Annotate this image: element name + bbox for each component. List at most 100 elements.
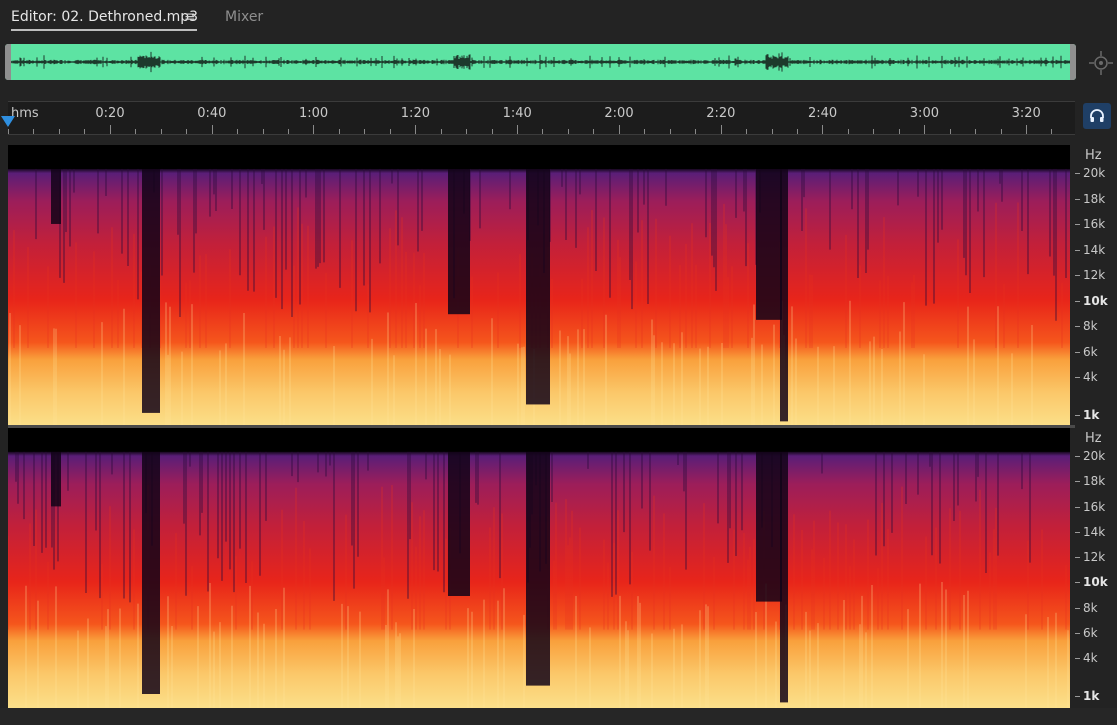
frequency-tick [1075, 582, 1080, 584]
ruler-tick [669, 129, 671, 134]
ruler-tick [58, 129, 60, 134]
ruler-tick [237, 129, 239, 134]
ruler-tick [466, 129, 468, 134]
frequency-tick-label: 1k [1083, 689, 1100, 703]
ruler-tick [746, 129, 748, 134]
tab-editor[interactable]: Editor: 02. Dethroned.mp3 [11, 9, 198, 25]
time-tick-label: 2:40 [807, 106, 838, 121]
playhead-marker[interactable] [1, 116, 15, 127]
time-tick-label: 2:00 [604, 106, 634, 121]
ruler-tick [338, 129, 340, 134]
ruler-tick [975, 129, 977, 134]
frequency-tick [1075, 506, 1080, 508]
ruler-tick [440, 129, 442, 134]
time-tick-label: 0:20 [95, 106, 125, 121]
spectrogram-channel-left[interactable] [8, 145, 1070, 427]
frequency-tick [1075, 607, 1080, 609]
spectrogram-graphic [8, 145, 1070, 427]
ruler-tick [109, 125, 111, 134]
frequency-tick-label: 16k [1083, 217, 1106, 231]
overview-waveform-graphic [5, 44, 1076, 80]
ruler-tick [898, 129, 900, 134]
ruler-tick [186, 129, 188, 134]
spectrogram-channel-right[interactable] [8, 428, 1070, 708]
frequency-tick [1075, 300, 1080, 302]
spectrogram-graphic [8, 428, 1070, 708]
ruler-tick [771, 129, 773, 134]
frequency-tick [1075, 557, 1080, 558]
active-tab-indicator [11, 29, 197, 31]
time-tick-label: 3:00 [909, 106, 939, 121]
frequency-tick-label: 12k [1083, 550, 1106, 564]
frequency-tick [1075, 224, 1080, 225]
frequency-tick [1075, 415, 1080, 416]
frequency-scale-right: Hz 20k 18k 16k 14k 12k 10k 8k 6k 4k 1k [1075, 428, 1117, 708]
frequency-tick-label: 4k [1083, 651, 1098, 665]
frequency-tick [1075, 456, 1080, 457]
ruler-tick [517, 125, 518, 134]
frequency-tick [1075, 658, 1080, 659]
ruler-tick [211, 125, 213, 134]
ruler-tick [847, 129, 849, 134]
frequency-tick-label: 18k [1083, 474, 1106, 489]
time-unit-label: hms [11, 106, 39, 121]
ruler-tick [695, 129, 697, 134]
frequency-tick-label: 10k [1083, 575, 1108, 590]
frequency-tick-label: 1k [1083, 408, 1100, 422]
frequency-tick [1075, 481, 1080, 483]
frequency-tick-label: 12k [1083, 268, 1106, 282]
frequency-unit-label: Hz [1085, 148, 1102, 163]
time-tick-label: 0:40 [197, 106, 227, 121]
frequency-tick [1075, 198, 1080, 200]
ruler-tick [135, 129, 137, 134]
tab-mixer[interactable]: Mixer [225, 9, 263, 25]
ruler-tick [389, 129, 391, 134]
ruler-tick [924, 125, 926, 134]
ruler-tick [287, 129, 289, 134]
frequency-tick [1075, 696, 1080, 697]
frequency-tick-label: 4k [1083, 370, 1098, 384]
ruler-tick [618, 125, 620, 134]
frequency-tick-label: 20k [1083, 449, 1106, 463]
ruler-tick [364, 129, 366, 134]
ruler-tick [1051, 129, 1053, 134]
zoom-navigator-icon[interactable] [1088, 50, 1114, 76]
frequency-tick [1075, 326, 1080, 327]
time-tick-label: 1:00 [298, 106, 329, 121]
time-tick-label: 1:20 [400, 106, 430, 121]
ruler-tick [33, 129, 35, 134]
panel-menu-icon[interactable]: ≡ [184, 9, 196, 25]
frequency-tick [1075, 531, 1080, 533]
time-tick-label: 3:20 [1011, 106, 1041, 121]
frequency-tick [1075, 249, 1080, 251]
ruler-tick [567, 129, 569, 134]
ruler-tick [415, 125, 417, 134]
time-tick-label: 2:20 [706, 106, 736, 121]
ruler-tick [593, 129, 595, 134]
frequency-tick-label: 6k [1083, 344, 1098, 359]
frequency-tick-label: 10k [1083, 293, 1108, 308]
panel-footer [0, 708, 1117, 725]
ruler-tick [873, 129, 875, 134]
frequency-tick [1075, 632, 1080, 634]
ruler-tick [822, 125, 824, 134]
frequency-unit-label: Hz [1085, 431, 1102, 446]
overview-waveform[interactable] [5, 44, 1076, 80]
ruler-tick [949, 129, 951, 134]
frequency-tick-label: 16k [1083, 499, 1106, 514]
ruler-tick [1026, 125, 1027, 134]
ruler-tick [313, 125, 315, 134]
frequency-tick [1075, 377, 1080, 378]
frequency-scale-left: Hz 20k 18k 16k 14k 12k 10k 8k 6k 4k 1k [1075, 145, 1117, 427]
frequency-tick-label: 8k [1083, 600, 1098, 615]
ruler-tick [1000, 129, 1002, 134]
panel-resize-grip[interactable] [571, 136, 603, 149]
ruler-tick [160, 129, 162, 134]
headphones-icon[interactable] [1083, 103, 1111, 129]
ruler-tick [720, 125, 722, 134]
frequency-tick-label: 8k [1083, 319, 1098, 333]
ruler-tick [542, 129, 544, 134]
timeline-ruler[interactable]: hms 0:20 0:40 1:00 1:20 1:40 2:00 2:20 2:40 3:00… [8, 101, 1075, 135]
frequency-tick [1075, 173, 1080, 174]
frequency-tick [1075, 351, 1080, 353]
